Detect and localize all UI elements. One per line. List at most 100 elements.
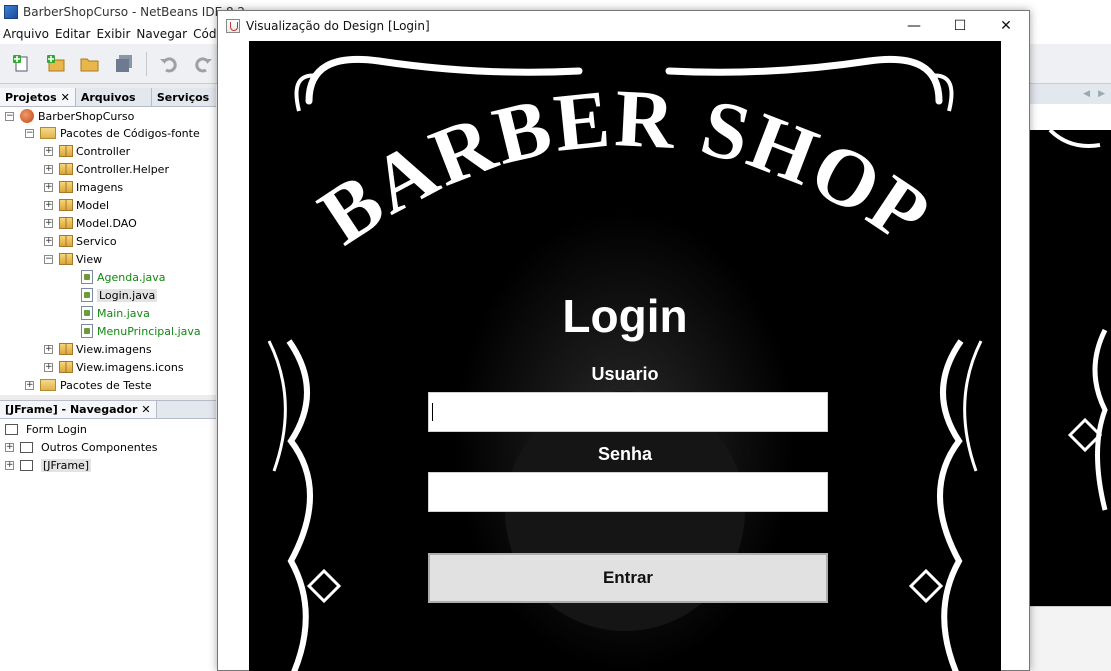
design-preview-window: Visualização do Design [Login] — ☐ ✕ BAR… [217,10,1030,671]
preview-title-bar[interactable]: Visualização do Design [Login] — ☐ ✕ [218,11,1029,41]
design-canvas-background [1030,130,1111,606]
nav-form-label: Form Login [26,422,87,436]
tab-navegador[interactable]: [JFrame] - Navegador ✕ [0,401,157,418]
menu-arquivo[interactable]: Arquivo [2,27,54,41]
tree-package-view[interactable]: − View [44,250,102,268]
new-project-button[interactable] [44,53,68,75]
collapse-icon[interactable]: − [25,128,34,138]
tree-project-node[interactable]: − BarberShopCurso [5,107,134,125]
save-all-icon [116,54,132,72]
login-title: Login [562,290,688,342]
package-icon [59,217,73,229]
tree-package-view-imagens[interactable]: + View.imagens [44,340,152,358]
nav-jframe-label: [JFrame] [41,458,92,472]
projects-tab-bar: Projetos ✕ Arquivos Serviços [0,88,216,107]
projects-tree: − BarberShopCurso − Pacotes de Códigos-f… [0,107,216,395]
password-label: Senha [597,444,653,464]
package-label: Model [76,198,110,212]
open-project-button[interactable] [78,53,102,75]
window-controls: — ☐ ✕ [891,11,1029,41]
tree-package-view-imagens-icons[interactable]: + View.imagens.icons [44,358,184,376]
nav-jframe-node[interactable]: + [JFrame] [5,456,92,474]
tree-source-packages[interactable]: − Pacotes de Códigos-fonte [25,124,200,142]
package-label: Model.DAO [76,216,137,230]
expand-icon[interactable]: + [44,182,53,192]
tree-package-imagens[interactable]: + Imagens [44,178,123,196]
package-label: Controller [76,144,131,158]
undo-button[interactable] [157,53,181,75]
expand-icon[interactable]: + [44,236,53,246]
close-icon[interactable]: ✕ [141,403,150,416]
nav-other-components-node[interactable]: + Outros Componentes [5,438,158,456]
tab-servicos[interactable]: Serviços [152,88,214,106]
tab-arquivos[interactable]: Arquivos [76,88,152,106]
close-button[interactable]: ✕ [983,11,1029,41]
entrar-button[interactable]: Entrar [428,553,828,603]
tree-file-menuprincipal[interactable]: MenuPrincipal.java [81,322,201,340]
new-file-icon [13,54,28,71]
tree-file-login[interactable]: Login.java [81,286,158,304]
expand-icon[interactable]: + [44,218,53,228]
menu-editar[interactable]: Editar [54,27,96,41]
tree-package-controller[interactable]: + Controller [44,142,130,160]
package-label: View [76,252,103,266]
minimize-button[interactable]: — [891,11,937,41]
tree-file-main[interactable]: Main.java [81,304,150,322]
form-icon [5,423,18,435]
test-folder-icon [40,379,56,391]
nav-form-node[interactable]: Form Login [5,420,87,438]
java-form-icon [81,288,93,302]
tree-package-servico[interactable]: + Servico [44,232,117,250]
user-input[interactable] [428,392,828,432]
source-packages-label: Pacotes de Códigos-fonte [60,126,200,140]
expand-icon[interactable]: + [5,442,14,452]
file-label: MenuPrincipal.java [97,324,201,338]
tab-arquivos-label: Arquivos [80,90,136,104]
netbeans-app-icon [4,5,18,19]
java-form-icon [81,270,93,284]
maximize-button[interactable]: ☐ [937,11,983,41]
package-label: Imagens [76,180,124,194]
ornament-image [1048,130,1108,511]
package-label: Controller.Helper [76,162,169,176]
expand-icon[interactable]: + [44,164,53,174]
save-all-button[interactable] [112,53,136,75]
package-icon [59,163,73,175]
collapse-icon[interactable]: − [5,111,14,121]
package-label: Servico [76,234,117,248]
new-file-button[interactable] [10,53,34,75]
expand-icon[interactable]: + [44,362,53,372]
open-folder-icon [80,58,99,71]
close-icon[interactable]: ✕ [61,91,70,104]
expand-icon[interactable]: + [44,344,53,354]
tree-package-controller-helper[interactable]: + Controller.Helper [44,160,169,178]
expand-icon[interactable]: + [44,200,53,210]
package-icon [59,253,73,265]
file-label: Login.java [97,288,158,302]
tree-file-agenda[interactable]: Agenda.java [81,268,166,286]
package-icon [59,145,73,157]
source-folder-icon [40,127,56,139]
tab-projetos[interactable]: Projetos ✕ [0,88,76,106]
menu-exibir[interactable]: Exibir [95,27,135,41]
scroll-left-icon[interactable]: ◀ [1083,89,1090,99]
nav-other-components-label: Outros Componentes [41,440,158,454]
java-class-icon [81,306,93,320]
file-label: Agenda.java [97,270,166,284]
undo-icon [160,56,177,72]
collapse-icon[interactable]: − [44,254,53,264]
password-input[interactable] [428,472,828,512]
tree-test-packages[interactable]: + Pacotes de Teste [25,376,152,394]
expand-icon[interactable]: + [25,380,34,390]
navigator-tab-bar: [JFrame] - Navegador ✕ [0,400,216,419]
ide-title: BarberShopCurso - NetBeans IDE 8.2 [23,5,246,19]
redo-icon [195,56,212,72]
expand-icon[interactable]: + [5,460,14,470]
expand-icon[interactable]: + [44,146,53,156]
redo-button[interactable] [191,53,215,75]
scroll-right-icon[interactable]: ▶ [1098,89,1105,99]
package-icon [59,361,73,373]
tree-package-model-dao[interactable]: + Model.DAO [44,214,137,232]
tree-package-model[interactable]: + Model [44,196,109,214]
menu-navegar[interactable]: Navegar [135,27,192,41]
